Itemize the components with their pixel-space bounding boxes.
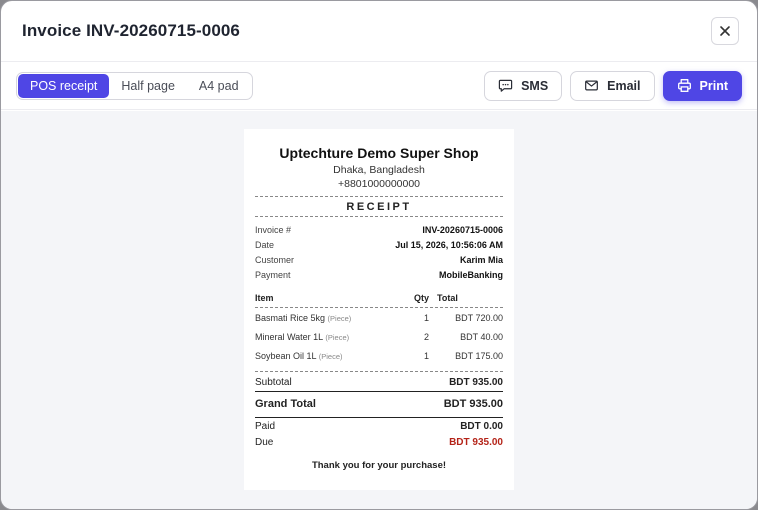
item-unit: (Piece) — [325, 333, 350, 342]
item-name: Soybean Oil 1L — [255, 351, 317, 361]
item-unit: (Piece) — [318, 352, 343, 361]
thank-you-note: Thank you for your purchase! — [311, 460, 447, 471]
divider — [255, 216, 503, 217]
meta-value: Karim Mia — [459, 255, 503, 265]
due-value: BDT 935.00 — [449, 437, 503, 448]
item-name: Mineral Water 1L — [255, 332, 323, 342]
preview-area: Uptechture Demo Super Shop Dhaka, Bangla… — [1, 111, 757, 509]
receipt-heading: RECEIPT — [346, 201, 412, 213]
subtotal-row: Subtotal BDT 935.00 — [255, 375, 503, 391]
due-row: Due BDT 935.00 — [255, 435, 503, 451]
meta-value: MobileBanking — [438, 270, 503, 280]
close-button[interactable] — [711, 17, 739, 45]
close-icon — [720, 26, 730, 36]
message-icon — [498, 79, 513, 92]
meta-row: Payment MobileBanking — [255, 268, 503, 283]
printer-icon — [677, 79, 691, 92]
column-item: Item — [255, 293, 274, 303]
sms-button[interactable]: SMS — [484, 70, 563, 101]
divider — [255, 371, 503, 372]
meta-value: INV-20260715-0006 — [422, 225, 503, 235]
toolbar-actions: SMS Email Print — [484, 70, 742, 101]
meta-label: Payment — [255, 270, 291, 280]
receipt-meta: Invoice # INV-20260715-0006 Date Jul 15,… — [255, 223, 503, 283]
shop-phone: +8801000000000 — [337, 178, 421, 190]
meta-value: Jul 15, 2026, 10:56:06 AM — [395, 240, 503, 250]
meta-row: Date Jul 15, 2026, 10:56:06 AM — [255, 238, 503, 253]
column-total: Total — [437, 293, 458, 303]
items-list: Basmati Rice 5kg (Piece) 1 BDT 720.00 Mi… — [255, 308, 503, 366]
paid-value: BDT 0.00 — [460, 421, 503, 432]
sms-label: SMS — [521, 78, 549, 93]
item-qty: 1 — [423, 313, 429, 323]
shop-address: Dhaka, Bangladesh — [333, 164, 425, 176]
invoice-modal: Invoice INV-20260715-0006 POS receipt Ha… — [0, 0, 758, 510]
due-label: Due — [255, 437, 274, 448]
format-pos-receipt[interactable]: POS receipt — [18, 73, 110, 98]
print-label: Print — [699, 78, 728, 93]
grand-total-row: Grand Total BDT 935.00 — [255, 393, 503, 415]
mail-icon — [585, 80, 599, 91]
paid-label: Paid — [255, 421, 276, 432]
item-total: BDT 40.00 — [460, 332, 503, 342]
item-row: Soybean Oil 1L (Piece) 1 BDT 175.00 — [255, 347, 503, 366]
shop-name: Uptechture Demo Super Shop — [279, 145, 479, 161]
subtotal-label: Subtotal — [255, 377, 292, 388]
item-qty: 2 — [423, 332, 429, 342]
email-label: Email — [607, 78, 641, 93]
meta-label: Customer — [255, 255, 295, 265]
meta-label: Date — [255, 240, 275, 250]
item-unit: (Piece) — [327, 314, 352, 323]
item-total: BDT 175.00 — [455, 351, 503, 361]
meta-row: Invoice # INV-20260715-0006 — [255, 223, 503, 238]
email-button[interactable]: Email — [570, 70, 655, 101]
format-switcher: POS receipt Half page A4 pad — [16, 71, 253, 100]
meta-row: Customer Karim Mia — [255, 253, 503, 268]
modal-title: Invoice INV-20260715-0006 — [22, 21, 240, 40]
toolbar: POS receipt Half page A4 pad SMS Email P… — [1, 62, 757, 110]
print-button[interactable]: Print — [662, 70, 742, 101]
grand-total-label: Grand Total — [255, 398, 316, 410]
item-name: Basmati Rice 5kg — [255, 313, 326, 323]
format-a4-pad[interactable]: A4 pad — [187, 74, 251, 98]
item-row: Basmati Rice 5kg (Piece) 1 BDT 720.00 — [255, 309, 503, 328]
subtotal-value: BDT 935.00 — [449, 377, 503, 388]
column-qty: Qty — [413, 293, 429, 303]
format-half-page[interactable]: Half page — [109, 74, 187, 98]
item-row: Mineral Water 1L (Piece) 2 BDT 40.00 — [255, 328, 503, 347]
meta-label: Invoice # — [255, 225, 292, 235]
grand-total-value: BDT 935.00 — [443, 398, 503, 410]
items-header: Item Qty Total — [255, 292, 503, 307]
divider — [255, 417, 503, 418]
item-qty: 1 — [423, 351, 429, 361]
receipt-preview: Uptechture Demo Super Shop Dhaka, Bangla… — [244, 129, 514, 490]
item-total: BDT 720.00 — [455, 313, 503, 323]
paid-row: Paid BDT 0.00 — [255, 419, 503, 435]
divider — [255, 391, 503, 392]
modal-header: Invoice INV-20260715-0006 — [1, 1, 757, 62]
